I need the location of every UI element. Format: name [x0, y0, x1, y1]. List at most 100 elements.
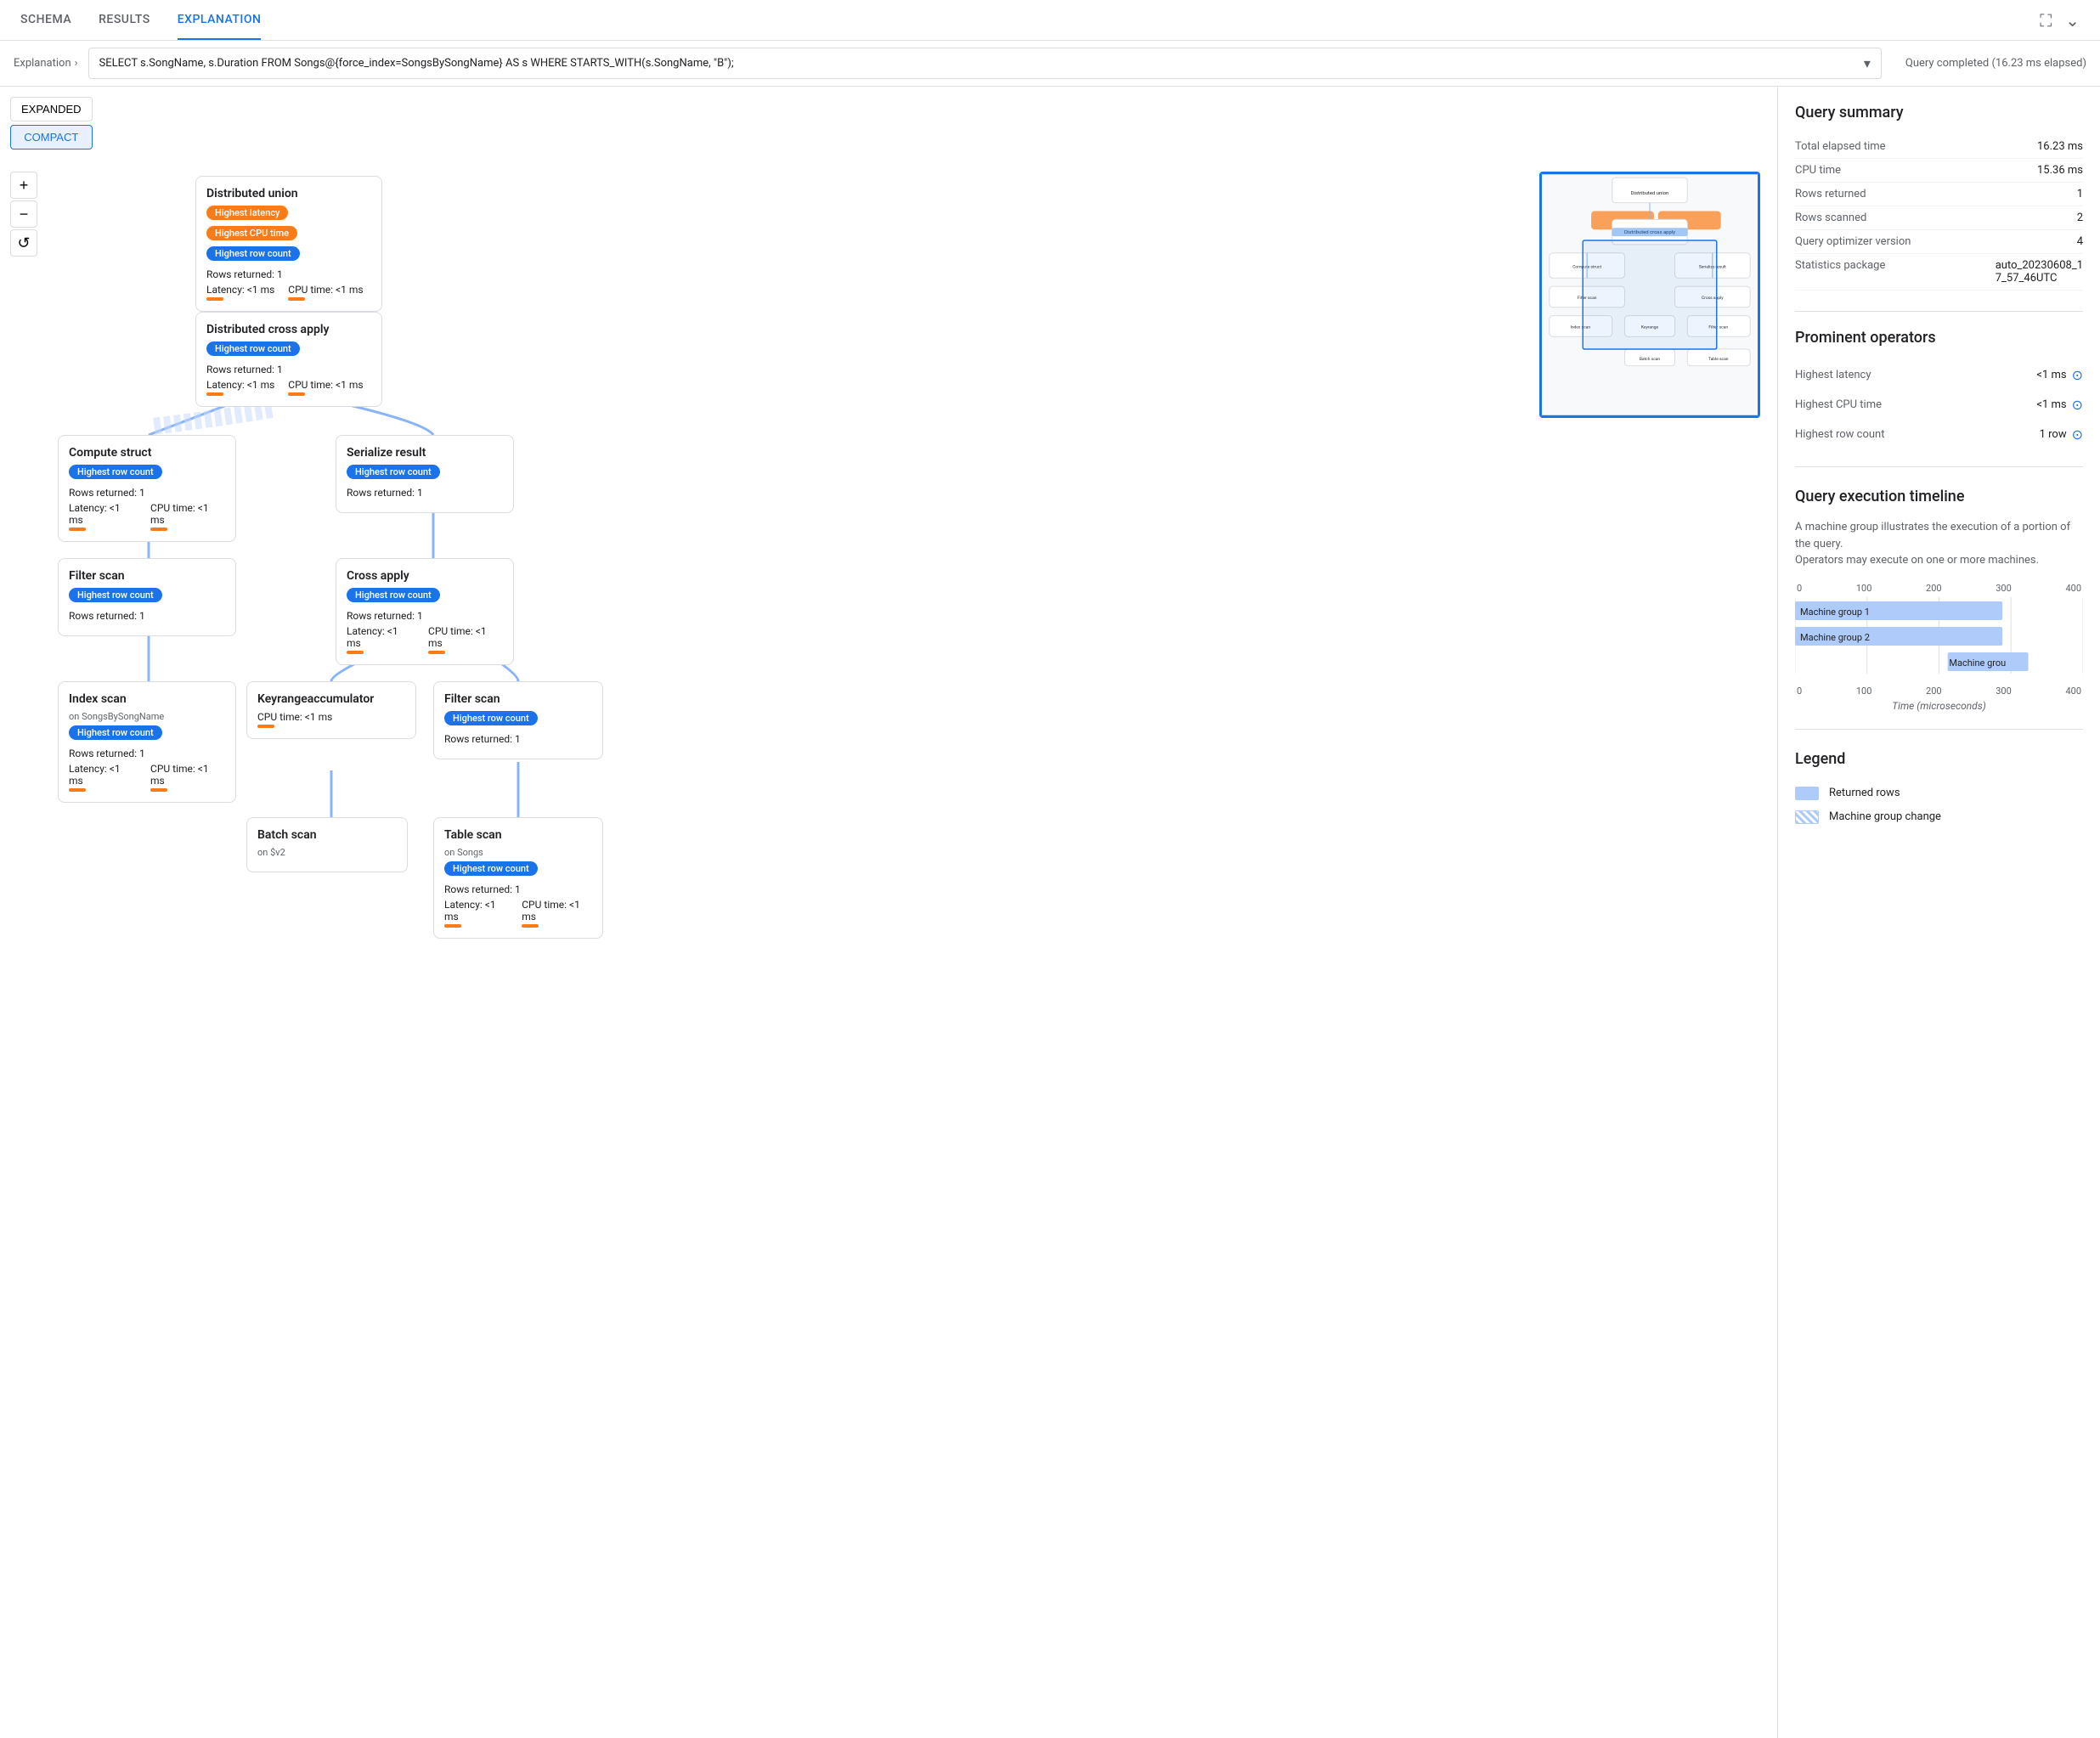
link-icon[interactable]: ⊙	[2072, 426, 2083, 443]
summary-value: 16.23 ms	[2037, 140, 2083, 153]
zoom-out-btn[interactable]: −	[10, 200, 37, 228]
tag-highest-rows: Highest row count	[69, 465, 162, 479]
summary-label: CPU time	[1795, 164, 1841, 177]
node-keyrange-accumulator[interactable]: Keyrangeaccumulator CPU time: <1 ms	[246, 681, 416, 739]
node-tags: Highest row count	[69, 725, 225, 743]
node-filter-scan-1[interactable]: Filter scan Highest row count Rows retur…	[58, 558, 236, 636]
svg-text:Machine group 1: Machine group 1	[1800, 607, 1870, 618]
axis-b-300: 300	[1996, 686, 2012, 697]
query-bar: Explanation › SELECT s.SongName, s.Durat…	[0, 41, 2100, 87]
node-distributed-cross-apply[interactable]: Distributed cross apply Highest row coun…	[195, 312, 382, 407]
tab-schema[interactable]: SCHEMA	[20, 1, 71, 40]
summary-table: Total elapsed time 16.23 ms CPU time 15.…	[1795, 135, 2083, 291]
prominent-value: 1 row ⊙	[2040, 426, 2083, 443]
compact-view-btn[interactable]: COMPACT	[10, 125, 93, 150]
link-icon[interactable]: ⊙	[2072, 367, 2083, 383]
prominent-label: Highest row count	[1795, 428, 1884, 441]
node-rows: Rows returned: 1	[347, 487, 503, 499]
timeline-desc2: Operators may execute on one or more mac…	[1795, 554, 2039, 567]
diagram-area: EXPANDED COMPACT + − ↺	[0, 87, 1777, 1738]
node-title: Index scan	[69, 692, 225, 706]
latency-label: Latency: <1 ms	[69, 502, 121, 526]
tag-highest-rows: Highest row count	[347, 465, 440, 479]
section-divider-3	[1795, 729, 2083, 730]
cpu-label: CPU time: <1 ms	[522, 899, 580, 923]
summary-label: Total elapsed time	[1795, 140, 1886, 153]
timeline-axis-top: 0 100 200 300 400	[1795, 583, 2083, 594]
query-status: Query completed (16.23 ms elapsed)	[1905, 57, 2086, 70]
node-rows: Rows returned: 1	[444, 883, 592, 895]
minimap[interactable]: Distributed union Distributed cross appl…	[1539, 172, 1760, 418]
cpu-bar	[428, 651, 445, 654]
cpu-bar	[257, 725, 274, 728]
latency-label: Latency: <1 ms	[444, 899, 496, 923]
svg-text:Distributed union: Distributed union	[1631, 191, 1669, 196]
breadcrumb-arrow: ›	[75, 57, 78, 70]
latency-bar	[206, 297, 223, 301]
node-rows: Rows returned: 1	[347, 610, 503, 622]
node-cross-apply[interactable]: Cross apply Highest row count Rows retur…	[336, 558, 514, 665]
legend-item-machine: Machine group change	[1795, 805, 2083, 829]
query-dropdown-icon[interactable]: ▾	[1864, 55, 1871, 71]
latency-bar	[444, 924, 461, 928]
expanded-view-btn[interactable]: EXPANDED	[10, 97, 93, 121]
tab-results[interactable]: RESULTS	[99, 1, 150, 40]
query-text: SELECT s.SongName, s.Duration FROM Songs…	[99, 57, 1864, 70]
cpu-bar	[150, 788, 167, 792]
node-subtitle: on SongsBySongName	[69, 711, 225, 722]
legend-machine-icon	[1795, 810, 1819, 824]
summary-label: Rows returned	[1795, 188, 1866, 200]
prominent-label: Highest latency	[1795, 369, 1871, 381]
svg-text:Table scan: Table scan	[1708, 357, 1729, 362]
tab-explanation[interactable]: EXPLANATION	[178, 1, 262, 40]
query-input[interactable]: SELECT s.SongName, s.Duration FROM Songs…	[88, 48, 1882, 79]
node-title: Serialize result	[347, 446, 503, 460]
prominent-row-count: Highest row count 1 row ⊙	[1795, 420, 2083, 449]
latency-label: Latency: <1 ms	[347, 625, 398, 649]
timeline-desc: A machine group illustrates the executio…	[1795, 519, 2083, 569]
legend-section: Legend Returned rows Machine group chang…	[1795, 750, 2083, 829]
tag-highest-rows: Highest row count	[206, 341, 300, 356]
prominent-row-cpu: Highest CPU time <1 ms ⊙	[1795, 390, 2083, 420]
prominent-label: Highest CPU time	[1795, 398, 1882, 411]
summary-row-cpu: CPU time 15.36 ms	[1795, 159, 2083, 183]
zoom-in-btn[interactable]: +	[10, 172, 37, 199]
node-rows: Rows returned: 1	[69, 487, 225, 499]
node-stats: Latency: <1 ms CPU time: <1 ms	[69, 502, 225, 531]
latency-bar	[206, 392, 223, 396]
cpu-bar	[288, 297, 305, 301]
node-tags: Highest row count	[69, 465, 225, 482]
legend-machine-label: Machine group change	[1829, 810, 1941, 823]
legend-rows-icon	[1795, 787, 1819, 800]
latency-bar	[69, 528, 86, 531]
axis-b-200: 200	[1926, 686, 1942, 697]
node-title: Batch scan	[257, 828, 397, 842]
node-index-scan[interactable]: Index scan on SongsBySongName Highest ro…	[58, 681, 236, 803]
node-rows: Rows returned: 1	[206, 364, 371, 375]
node-distributed-union[interactable]: Distributed union Highest latency Highes…	[195, 176, 382, 312]
tab-group: SCHEMA RESULTS EXPLANATION	[20, 1, 261, 40]
chevron-down-icon[interactable]: ⌄	[2065, 10, 2080, 31]
summary-row-rows-returned: Rows returned 1	[1795, 183, 2083, 206]
node-subtitle: on $v2	[257, 847, 397, 858]
timeline-axis-bottom: 0 100 200 300 400	[1795, 682, 2083, 697]
query-summary-title: Query summary	[1795, 104, 2083, 121]
axis-b-100: 100	[1856, 686, 1872, 697]
node-batch-scan[interactable]: Batch scan on $v2	[246, 817, 408, 872]
node-compute-struct[interactable]: Compute struct Highest row count Rows re…	[58, 435, 236, 542]
section-divider-2	[1795, 466, 2083, 467]
main-layout: EXPANDED COMPACT + − ↺	[0, 87, 2100, 1738]
expand-icon[interactable]: ⛶	[2040, 10, 2052, 31]
node-table-scan[interactable]: Table scan on Songs Highest row count Ro…	[433, 817, 603, 939]
node-serialize-result[interactable]: Serialize result Highest row count Rows …	[336, 435, 514, 513]
link-icon[interactable]: ⊙	[2072, 397, 2083, 413]
top-right-icons: ⛶ ⌄	[2040, 10, 2080, 31]
legend-item-rows: Returned rows	[1795, 782, 2083, 805]
node-title: Table scan	[444, 828, 592, 842]
zoom-reset-btn[interactable]: ↺	[10, 229, 37, 257]
axis-100: 100	[1856, 583, 1872, 594]
tag-highest-rows: Highest row count	[69, 588, 162, 602]
node-filter-scan-2[interactable]: Filter scan Highest row count Rows retur…	[433, 681, 603, 759]
cpu-label: CPU time: <1 ms	[257, 711, 332, 723]
summary-row-optimizer: Query optimizer version 4	[1795, 230, 2083, 254]
